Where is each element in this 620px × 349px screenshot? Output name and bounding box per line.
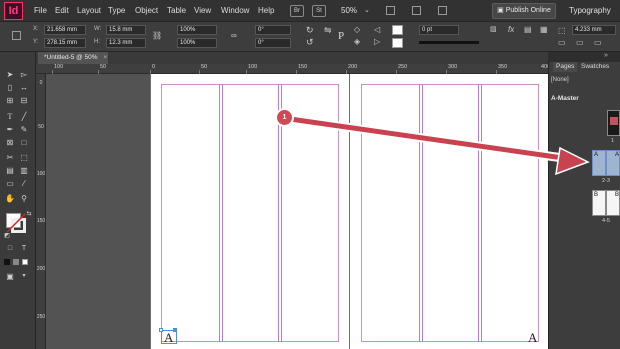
- callout-number-badge: 1: [275, 108, 294, 127]
- callout-arrow: [285, 114, 590, 176]
